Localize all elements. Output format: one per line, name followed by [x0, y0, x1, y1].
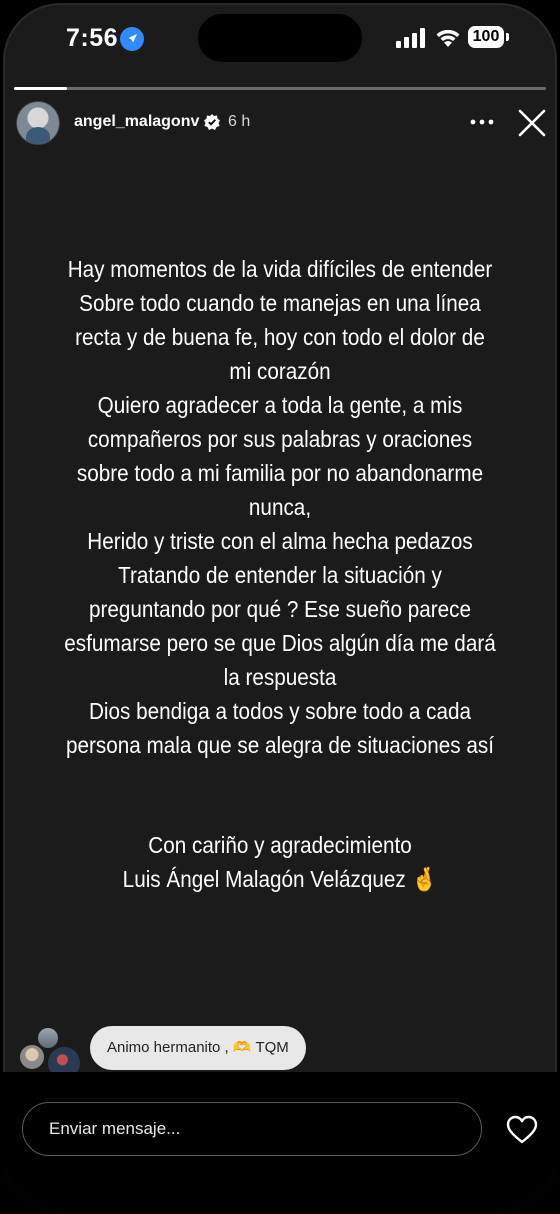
- story-progress-bar: [14, 87, 546, 90]
- story-line: Quiero agradecer a toda la gente, a mis: [97, 392, 463, 418]
- verified-badge-icon: [204, 114, 220, 130]
- story-line: esfumarse pero se que Dios algún día me …: [64, 630, 496, 656]
- close-icon[interactable]: [518, 109, 546, 137]
- story-line: Sobre todo cuando te manejas en una líne…: [79, 290, 481, 316]
- viewer-avatar: [18, 1043, 46, 1071]
- dynamic-island: [198, 14, 362, 62]
- cellular-signal-icon: [396, 28, 425, 48]
- reply-bubble[interactable]: Animo hermanito , 🫶 TQM: [90, 1026, 306, 1070]
- phone-screen: 7:56 100 angel_malagonv 6 h Hay momentos…: [0, 0, 560, 1214]
- battery-tip: [506, 33, 509, 41]
- profile-avatar[interactable]: [16, 101, 60, 145]
- story-line: persona mala que se alegra de situacione…: [65, 732, 495, 758]
- story-text: Hay momentos de la vida difíciles de ent…: [55, 252, 505, 762]
- signoff-line: Con cariño y agradecimiento: [148, 832, 412, 858]
- status-time: 7:56: [66, 24, 119, 52]
- battery-indicator: 100: [468, 26, 512, 50]
- story-line: preguntando por qué ? Ese sueño parece: [88, 596, 472, 622]
- signoff-line: Luis Ángel Malagón Velázquez 🤞: [122, 866, 438, 892]
- message-input[interactable]: [22, 1102, 482, 1156]
- story-line: Hay momentos de la vida difíciles de ent…: [67, 256, 493, 282]
- wifi-icon: [436, 29, 460, 47]
- battery-level: 100: [468, 26, 504, 48]
- story-line: la respuesta: [223, 664, 337, 690]
- more-options-icon[interactable]: [470, 116, 494, 128]
- location-arrow-icon: [120, 27, 144, 51]
- story-line: compañeros por sus palabras y oraciones: [87, 426, 473, 452]
- story-line: nunca,: [248, 494, 312, 520]
- story-signoff: Con cariño y agradecimiento Luis Ángel M…: [55, 828, 505, 896]
- story-progress-fill: [14, 87, 68, 90]
- username[interactable]: angel_malagonv: [74, 113, 199, 131]
- story-line: Herido y triste con el alma hecha pedazo…: [87, 528, 473, 554]
- heart-icon[interactable]: [506, 1115, 538, 1145]
- story-line: mi corazón: [229, 358, 331, 384]
- story-line: sobre todo a mi familia por no abandonar…: [76, 460, 484, 486]
- post-time-ago: 6 h: [228, 113, 251, 130]
- story-line: recta y de buena fe, hoy con todo el dol…: [75, 324, 485, 350]
- story-line: Dios bendiga a todos y sobre todo a cada: [88, 698, 472, 724]
- story-line: Tratando de entender la situación y: [118, 562, 442, 588]
